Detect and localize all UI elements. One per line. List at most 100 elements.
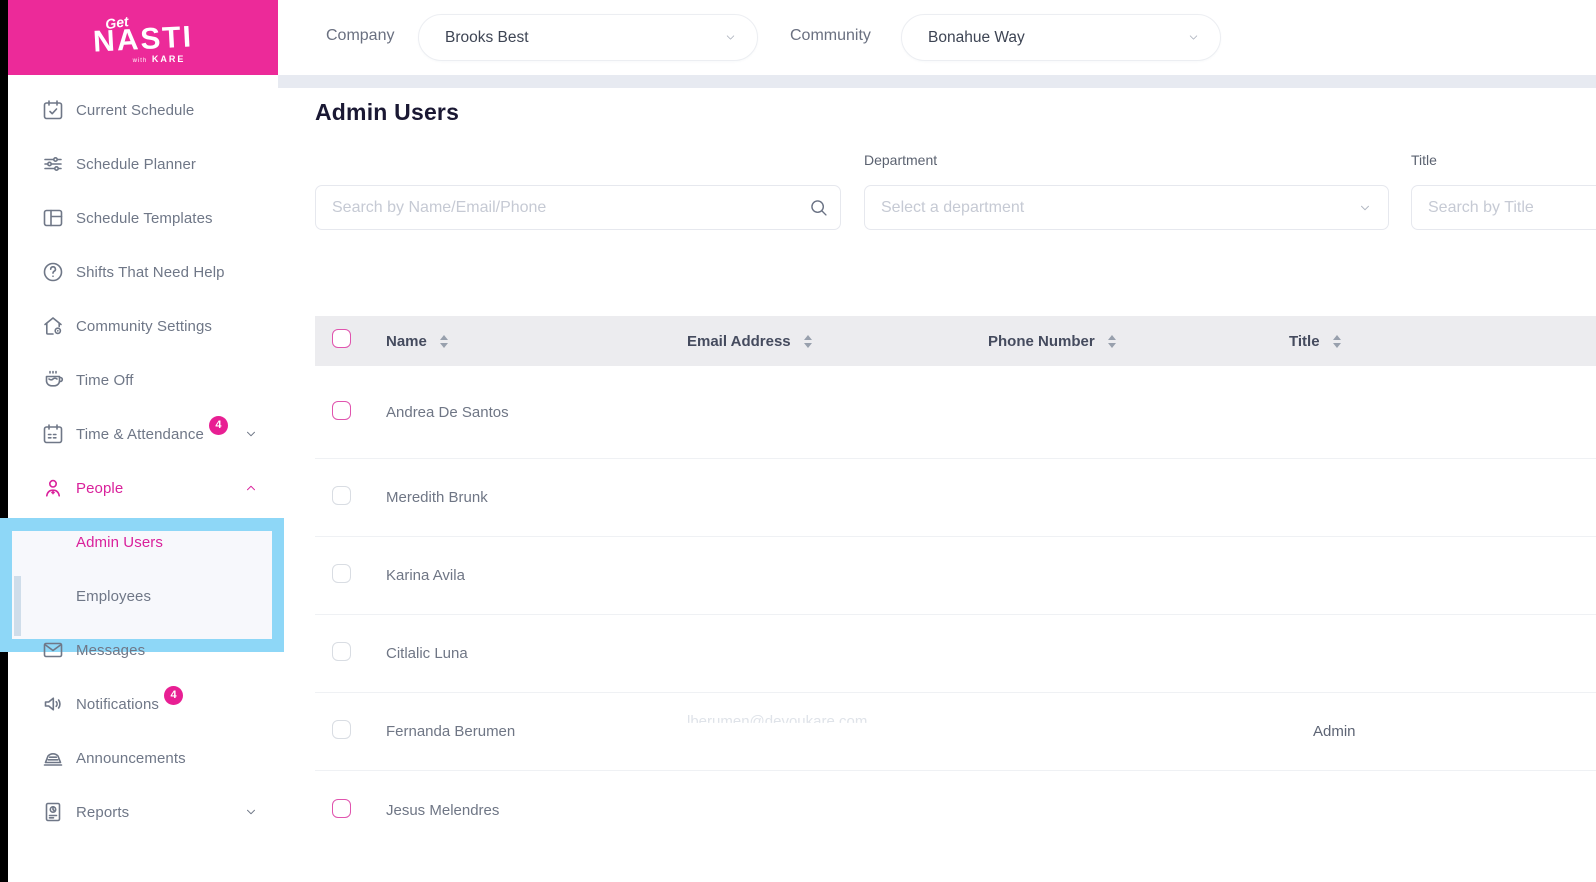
sidebar-item-time-off[interactable]: Time Off <box>8 353 278 407</box>
department-select[interactable]: Select a department <box>864 185 1389 230</box>
sidebar-item-label: Announcements <box>76 749 186 767</box>
search-icon <box>808 197 829 218</box>
community-label: Community <box>790 27 871 44</box>
table-row[interactable]: Andrea De Santos <box>315 366 1596 459</box>
column-header-email[interactable]: Email Address <box>687 333 988 350</box>
column-header-label: Name <box>386 332 427 350</box>
notifications-badge: 4 <box>164 685 184 705</box>
sidebar-item-current-schedule[interactable]: Current Schedule <box>8 83 278 137</box>
row-checkbox[interactable] <box>332 486 351 505</box>
sidebar-item-time-attendance[interactable]: Time & Attendance 4 <box>8 407 278 461</box>
sidebar-item-label: Community Settings <box>76 317 213 335</box>
sidebar-item-label: Messages <box>76 641 146 659</box>
faded-email-text: lberumen@devoukare.com <box>687 713 868 730</box>
brand-logo-sub: with KARE <box>133 54 186 64</box>
select-all-checkbox[interactable] <box>332 329 351 348</box>
table-row[interactable]: Karina Avila <box>315 537 1596 615</box>
brand-logo[interactable]: Get NASTI with KARE <box>8 0 278 75</box>
sort-icon[interactable] <box>1332 334 1341 348</box>
sidebar-item-label: Admin Users <box>76 533 163 551</box>
column-header-label: Phone Number <box>988 332 1095 350</box>
brand-logo-sub-small: with <box>132 57 148 64</box>
row-checkbox[interactable] <box>332 564 351 583</box>
page-title: Admin Users <box>315 99 460 125</box>
company-label: Company <box>326 27 395 44</box>
sidebar-item-label: Time Off <box>76 371 134 389</box>
cell-name: Meredith Brunk <box>386 489 488 506</box>
row-checkbox[interactable] <box>332 642 351 661</box>
sliders-icon <box>41 152 65 176</box>
sidebar-item-notifications[interactable]: Notifications 4 <box>8 677 278 731</box>
sidebar-nav: Current Schedule Schedule Planner Schedu… <box>0 75 284 839</box>
sidebar-item-label: People <box>76 479 124 497</box>
cell-title: Admin <box>1313 723 1356 740</box>
home-gear-icon <box>41 314 65 338</box>
column-header-title[interactable]: Title <box>1289 333 1596 350</box>
table-row[interactable]: Meredith Brunk <box>315 459 1596 537</box>
brand-logo-sub-kare: KARE <box>151 53 186 64</box>
chevron-down-icon <box>244 805 258 819</box>
sort-icon[interactable] <box>803 334 812 348</box>
column-header-phone[interactable]: Phone Number <box>988 333 1289 350</box>
table-row[interactable]: Jesus Melendres <box>315 771 1596 849</box>
sidebar-item-schedule-planner[interactable]: Schedule Planner <box>8 137 278 191</box>
column-header-name[interactable]: Name <box>386 333 687 350</box>
sidebar-item-announcements[interactable]: Announcements <box>8 731 278 785</box>
sort-icon[interactable] <box>1107 334 1116 348</box>
topbar: Company Brooks Best Community Bonahue Wa… <box>278 0 1596 75</box>
sidebar-item-people[interactable]: People <box>8 461 278 515</box>
report-icon <box>41 800 65 824</box>
table-row[interactable]: Fernanda Berumen lberumen@devoukare.com … <box>315 693 1596 771</box>
department-label: Department <box>864 152 938 168</box>
column-header-label: Title <box>1289 332 1320 350</box>
cell-name: Jesus Melendres <box>386 801 500 819</box>
sidebar-item-admin-users[interactable]: Admin Users <box>8 515 278 569</box>
row-checkbox[interactable] <box>332 400 351 420</box>
sidebar-item-messages[interactable]: Messages <box>8 623 278 677</box>
sidebar-item-label: Employees <box>76 587 152 605</box>
cell-name: Fernanda Berumen <box>386 723 516 740</box>
admin-users-table: Name Email Address Phone Number Title An… <box>315 316 1596 849</box>
mail-icon <box>41 638 65 662</box>
sidebar-item-community-settings[interactable]: Community Settings <box>8 299 278 353</box>
chevron-down-icon <box>1187 31 1200 44</box>
column-header-label: Email Address <box>687 332 791 350</box>
sidebar-item-label: Reports <box>76 803 130 821</box>
search-input[interactable] <box>315 185 841 230</box>
row-checkbox[interactable] <box>332 798 351 818</box>
sidebar-item-label: Shifts That Need Help <box>76 263 225 281</box>
sidebar-item-label: Time & Attendance <box>76 425 204 443</box>
sidebar-item-reports[interactable]: Reports <box>8 785 278 839</box>
person-icon <box>41 476 65 500</box>
sidebar-item-label: Current Schedule <box>76 101 195 119</box>
sidebar-item-shifts-that-need-help[interactable]: Shifts That Need Help <box>8 245 278 299</box>
sidebar: Get NASTI with KARE Current Schedule Sch… <box>0 0 284 882</box>
sidebar-item-label: Notifications <box>76 695 160 713</box>
sidebar-item-employees[interactable]: Employees <box>8 569 278 623</box>
title-search-input[interactable] <box>1411 185 1596 230</box>
sidebar-item-label: Schedule Planner <box>76 155 197 173</box>
brand-logo-main: NASTI <box>92 19 194 59</box>
screen-left-edge <box>0 0 8 882</box>
sidebar-item-schedule-templates[interactable]: Schedule Templates <box>8 191 278 245</box>
time-attendance-badge: 4 <box>208 415 228 435</box>
sort-icon[interactable] <box>439 334 448 348</box>
community-select-value: Bonahue Way <box>928 28 1025 46</box>
cell-name: Citlalic Luna <box>386 645 468 662</box>
table-header-row: Name Email Address Phone Number Title <box>315 316 1596 366</box>
coffee-cup-icon <box>41 368 65 392</box>
announcement-icon <box>41 746 65 770</box>
table-row[interactable]: Citlalic Luna <box>315 615 1596 693</box>
row-checkbox[interactable] <box>332 720 351 739</box>
title-label: Title <box>1411 152 1437 168</box>
layout-icon <box>41 206 65 230</box>
community-select[interactable]: Bonahue Way <box>901 14 1221 61</box>
company-select[interactable]: Brooks Best <box>418 14 758 61</box>
calendar-check-icon <box>41 98 65 122</box>
chevron-down-icon <box>724 31 737 44</box>
sidebar-item-label: Schedule Templates <box>76 209 213 227</box>
department-select-placeholder: Select a department <box>881 198 1025 216</box>
cell-email: lberumen@devoukare.com <box>687 713 988 740</box>
speaker-icon <box>41 692 65 716</box>
company-select-value: Brooks Best <box>445 28 529 46</box>
